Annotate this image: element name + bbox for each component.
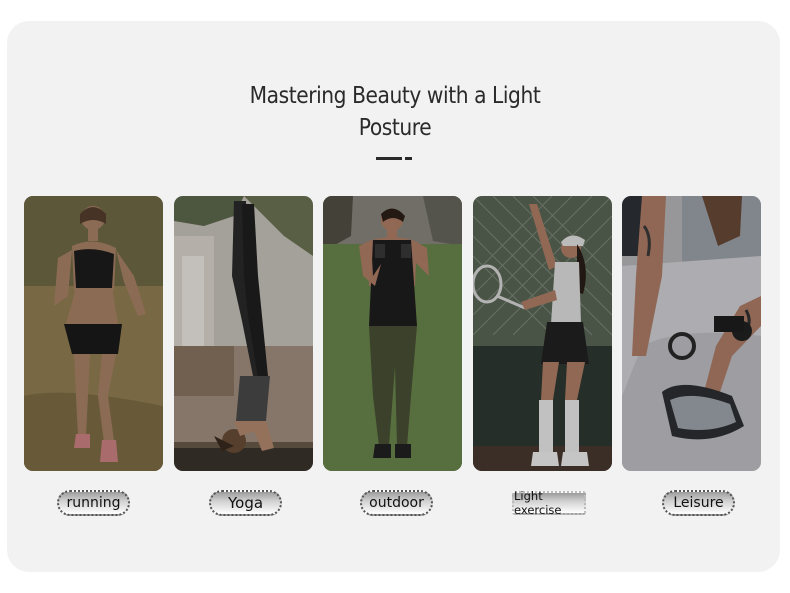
- title-underline-dot: [405, 157, 412, 160]
- section-title-line1: Mastering Beauty with a Light: [249, 83, 541, 109]
- section-title: Mastering Beauty with a Light Posture: [47, 80, 742, 144]
- tennis-photo: [473, 196, 612, 471]
- title-underline: [376, 157, 402, 160]
- outdoor-photo: [323, 196, 462, 471]
- category-label-leisure[interactable]: Leisure: [662, 490, 735, 516]
- category-label-running[interactable]: running: [57, 490, 130, 516]
- running-photo: [24, 196, 163, 471]
- yoga-photo: [174, 196, 313, 471]
- section-title-line2: Posture: [358, 115, 432, 141]
- category-label-light-exercise[interactable]: Light exercise: [512, 489, 586, 517]
- category-label-outdoor[interactable]: outdoor: [360, 490, 433, 516]
- category-label-yoga[interactable]: Yoga: [209, 490, 282, 516]
- leisure-photo: [622, 196, 761, 471]
